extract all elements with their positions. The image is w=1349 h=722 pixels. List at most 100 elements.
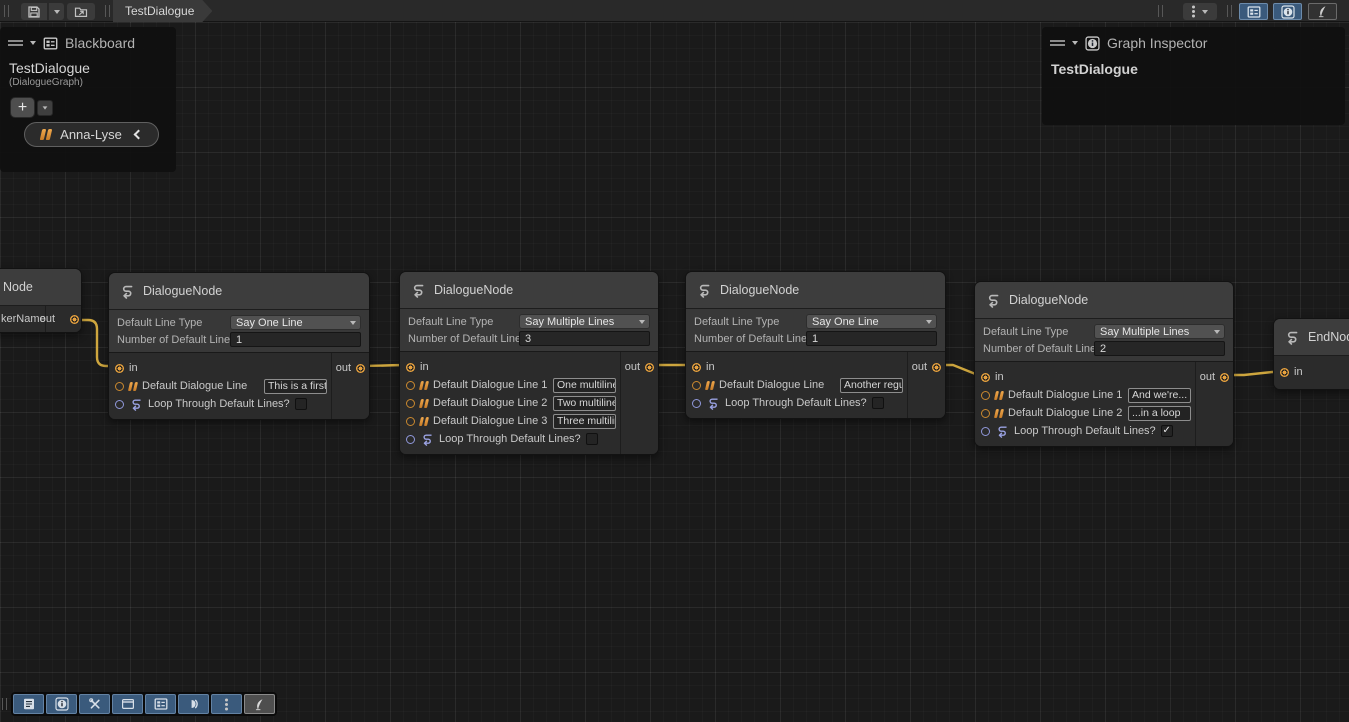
loop-port[interactable] bbox=[981, 427, 990, 436]
tools-toggle-button[interactable] bbox=[79, 694, 110, 714]
property-label: Anna-Lyse bbox=[60, 127, 122, 142]
more-options-button[interactable] bbox=[211, 694, 242, 714]
drag-handle-icon[interactable] bbox=[8, 40, 23, 42]
loop-checkbox[interactable] bbox=[295, 398, 307, 410]
more-options-button[interactable] bbox=[1183, 3, 1217, 20]
line-value: Three multilin bbox=[557, 415, 616, 427]
dialogue-node-2[interactable]: DialogueNode Default Line Type Say Multi… bbox=[399, 271, 659, 455]
output-column: out bbox=[620, 352, 658, 454]
loop-port[interactable] bbox=[692, 399, 701, 408]
out-port[interactable] bbox=[356, 364, 365, 373]
dialogue-node-1[interactable]: DialogueNode Default Line Type Say One L… bbox=[108, 272, 370, 420]
chevron-down-icon bbox=[1202, 10, 1208, 14]
line-value-field[interactable]: ...in a loop bbox=[1128, 406, 1191, 421]
kebab-menu-icon bbox=[225, 703, 228, 706]
loop-checkbox[interactable] bbox=[872, 397, 884, 409]
add-property-button[interactable]: + bbox=[10, 97, 35, 118]
chevron-down-icon bbox=[54, 10, 60, 14]
drag-handle-icon[interactable] bbox=[1050, 40, 1065, 42]
line-port[interactable] bbox=[406, 381, 415, 390]
node-title-bar[interactable]: DialogueNode bbox=[109, 273, 369, 310]
line-type-label: Default Line Type bbox=[408, 316, 519, 328]
line-value-field[interactable]: This is a first bbox=[264, 379, 327, 394]
loop-checkbox[interactable]: ✓ bbox=[1161, 425, 1173, 437]
out-port[interactable] bbox=[1220, 373, 1229, 382]
line-value-field[interactable]: One multiline bbox=[553, 378, 616, 393]
in-port[interactable] bbox=[406, 363, 415, 372]
node-title-bar[interactable]: DialogueNode bbox=[400, 272, 658, 309]
window-toggle-button[interactable] bbox=[112, 694, 143, 714]
node-title-bar[interactable]: DialogueNode bbox=[686, 272, 945, 309]
loop-port[interactable] bbox=[406, 435, 415, 444]
spark-toggle-button[interactable] bbox=[1308, 3, 1337, 20]
loop-label: Loop Through Default Lines? bbox=[725, 397, 867, 409]
toolbar-grip[interactable] bbox=[2, 698, 3, 710]
blackboard-panel[interactable]: Blackboard TestDialogue (DialogueGraph) … bbox=[0, 27, 176, 172]
line-port[interactable] bbox=[406, 399, 415, 408]
blackboard-toggle-button[interactable] bbox=[145, 694, 176, 714]
info-icon bbox=[1085, 36, 1100, 51]
line-type-dropdown[interactable]: Say One Line bbox=[806, 314, 937, 329]
speaker-node[interactable]: Node kerName out bbox=[0, 268, 82, 333]
quote-icon bbox=[41, 129, 51, 140]
blackboard-property-anna-lyse[interactable]: Anna-Lyse bbox=[24, 122, 159, 147]
add-property-dropdown-button[interactable] bbox=[37, 100, 53, 116]
dialogue-icon bbox=[985, 292, 1001, 308]
chevron-down-icon bbox=[1214, 330, 1220, 334]
num-lines-field[interactable]: 2 bbox=[1094, 341, 1225, 356]
in-port[interactable] bbox=[115, 364, 124, 373]
in-port[interactable] bbox=[1280, 368, 1289, 377]
num-lines-field[interactable]: 1 bbox=[806, 331, 937, 346]
blackboard-icon bbox=[43, 36, 58, 51]
document-list-icon bbox=[22, 697, 36, 711]
in-port[interactable] bbox=[692, 363, 701, 372]
graph-tab[interactable]: TestDialogue bbox=[113, 0, 212, 22]
node-title-bar[interactable]: DialogueNode bbox=[975, 282, 1233, 319]
line-type-dropdown[interactable]: Say One Line bbox=[230, 315, 361, 330]
collapse-chevron-icon[interactable] bbox=[1072, 41, 1078, 45]
line-type-dropdown[interactable]: Say Multiple Lines bbox=[1094, 324, 1225, 339]
line-port[interactable] bbox=[981, 391, 990, 400]
dialogue-node-3[interactable]: DialogueNode Default Line Type Say One L… bbox=[685, 271, 946, 419]
out-port[interactable] bbox=[70, 315, 79, 324]
save-button[interactable] bbox=[21, 3, 47, 20]
num-lines-field[interactable]: 1 bbox=[230, 332, 361, 347]
line-label: Default Dialogue Line 1 bbox=[1008, 389, 1122, 401]
line-type-dropdown[interactable]: Say Multiple Lines bbox=[519, 314, 650, 329]
dialogue-playback-toggle-button[interactable] bbox=[178, 694, 209, 714]
loop-checkbox[interactable] bbox=[586, 433, 598, 445]
line-value-field[interactable]: Three multilin bbox=[553, 414, 616, 429]
num-lines-value: 1 bbox=[236, 334, 242, 346]
spark-toggle-button[interactable] bbox=[244, 694, 275, 714]
node-title-bar[interactable]: EndNode bbox=[1274, 319, 1349, 356]
inspector-graph-name: TestDialogue bbox=[1042, 55, 1345, 77]
line-value-field[interactable]: Another regu bbox=[840, 378, 903, 393]
out-port[interactable] bbox=[932, 363, 941, 372]
loop-port[interactable] bbox=[115, 400, 124, 409]
line-port[interactable] bbox=[115, 382, 124, 391]
inspector-toggle-button[interactable] bbox=[46, 694, 77, 714]
blackboard-header[interactable]: Blackboard bbox=[0, 27, 176, 55]
end-node[interactable]: EndNode in bbox=[1273, 318, 1349, 390]
console-toggle-button[interactable] bbox=[13, 694, 44, 714]
line-value-field[interactable]: And we're... bbox=[1128, 388, 1191, 403]
save-dropdown-button[interactable] bbox=[48, 3, 64, 20]
line-port[interactable] bbox=[406, 417, 415, 426]
line-port[interactable] bbox=[692, 381, 701, 390]
dialogue-node-4[interactable]: DialogueNode Default Line Type Say Multi… bbox=[974, 281, 1234, 447]
line-value-field[interactable]: Two multiline bbox=[553, 396, 616, 411]
node-title-bar[interactable]: Node bbox=[0, 269, 81, 306]
in-port[interactable] bbox=[981, 373, 990, 382]
out-port-label: out bbox=[336, 362, 351, 374]
num-lines-field[interactable]: 3 bbox=[519, 331, 650, 346]
blackboard-toggle-button[interactable] bbox=[1239, 3, 1268, 20]
line-port[interactable] bbox=[981, 409, 990, 418]
out-port[interactable] bbox=[645, 363, 654, 372]
open-asset-button[interactable] bbox=[67, 3, 95, 20]
collapse-chevron-icon[interactable] bbox=[30, 41, 36, 45]
graph-inspector-panel[interactable]: Graph Inspector TestDialogue bbox=[1042, 27, 1345, 125]
node-title: Node bbox=[3, 280, 33, 294]
inspector-toggle-button[interactable] bbox=[1273, 3, 1302, 20]
chevron-left-icon[interactable] bbox=[133, 130, 143, 140]
inspector-header[interactable]: Graph Inspector bbox=[1042, 27, 1345, 55]
